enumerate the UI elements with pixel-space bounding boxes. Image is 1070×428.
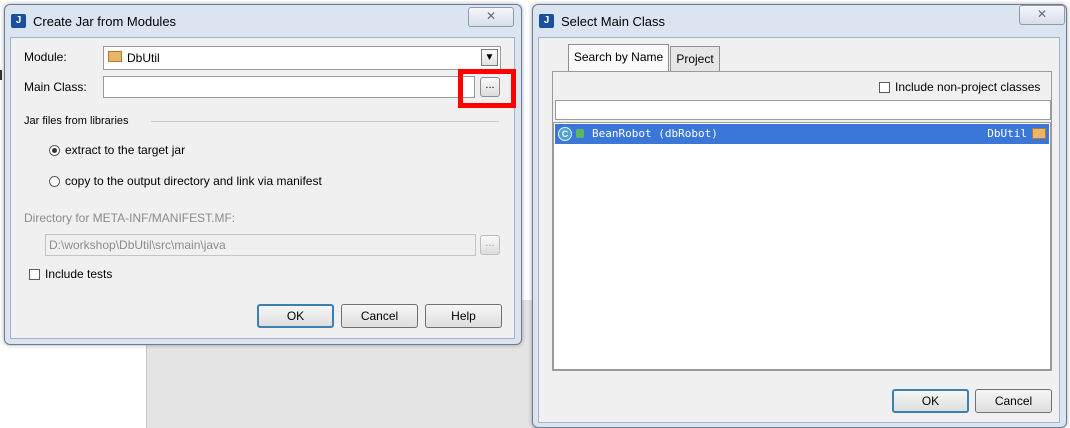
cancel-button[interactable]: Cancel <box>975 389 1052 413</box>
select-main-title: Select Main Class <box>561 14 666 29</box>
select-main-content: Search by Name Project Include non-proje… <box>538 37 1060 423</box>
module-folder-icon <box>108 51 122 62</box>
copy-radio[interactable] <box>49 176 60 187</box>
manifest-dir-input: D:\workshop\DbUtil\src\main\java <box>45 234 476 256</box>
main-class-label: Main Class: <box>24 80 87 94</box>
create-jar-dialog: J Create Jar from Modules ✕ Module: DbUt… <box>4 4 522 345</box>
cancel-button[interactable]: Cancel <box>341 304 418 328</box>
class-icon: C <box>558 127 572 141</box>
lock-icon <box>576 129 584 138</box>
intellij-icon: J <box>539 14 554 28</box>
background-ide-edge <box>0 70 2 80</box>
ok-button[interactable]: OK <box>892 389 969 413</box>
ok-button[interactable]: OK <box>257 304 334 328</box>
create-jar-title: Create Jar from Modules <box>33 14 177 29</box>
manifest-dir-label: Directory for META-INF/MANIFEST.MF: <box>24 211 236 225</box>
help-button[interactable]: Help <box>425 304 502 328</box>
module-dropdown[interactable]: DbUtil ▼ <box>103 46 501 70</box>
extract-radio-label[interactable]: extract to the target jar <box>65 143 185 157</box>
class-results-list[interactable]: C BeanRobot (dbRobot) DbUtil <box>553 122 1051 370</box>
tab-project[interactable]: Project <box>670 46 720 72</box>
close-icon[interactable]: ✕ <box>1019 5 1065 25</box>
create-jar-content: Module: DbUtil ▼ Main Class: ... Jar fil… <box>10 37 516 339</box>
module-value: DbUtil <box>127 51 160 65</box>
chevron-down-icon[interactable]: ▼ <box>481 49 498 66</box>
class-search-input[interactable] <box>555 100 1051 120</box>
manifest-dir-value: D:\workshop\DbUtil\src\main\java <box>49 238 226 252</box>
intellij-icon: J <box>11 14 26 28</box>
select-main-titlebar[interactable]: J Select Main Class ✕ <box>533 5 1066 37</box>
jar-files-group-label: Jar files from libraries <box>24 115 129 127</box>
include-tests-label[interactable]: Include tests <box>45 267 112 281</box>
copy-radio-label[interactable]: copy to the output directory and link vi… <box>65 174 322 188</box>
browse-manifest-dir-button: ... <box>480 235 500 255</box>
group-separator <box>151 121 499 122</box>
result-module: DbUtil <box>987 127 1027 140</box>
module-folder-icon <box>1032 128 1046 139</box>
browse-main-class-button[interactable]: ... <box>480 77 500 97</box>
include-tests-checkbox[interactable] <box>29 269 40 280</box>
create-jar-titlebar[interactable]: J Create Jar from Modules ✕ <box>5 5 521 37</box>
tab-panel: Include non-project classes C BeanRobot … <box>552 71 1052 371</box>
result-class-name: BeanRobot (dbRobot) <box>592 127 718 140</box>
extract-radio[interactable] <box>49 145 60 156</box>
tab-search-by-name[interactable]: Search by Name <box>568 44 669 72</box>
include-non-project-label[interactable]: Include non-project classes <box>895 80 1040 94</box>
select-main-class-dialog: J Select Main Class ✕ Search by Name Pro… <box>532 4 1067 428</box>
main-class-input[interactable] <box>103 76 475 98</box>
close-icon[interactable]: ✕ <box>468 7 514 27</box>
list-item[interactable]: C BeanRobot (dbRobot) DbUtil <box>555 124 1049 144</box>
module-label: Module: <box>24 50 67 64</box>
include-non-project-checkbox[interactable] <box>879 82 890 93</box>
